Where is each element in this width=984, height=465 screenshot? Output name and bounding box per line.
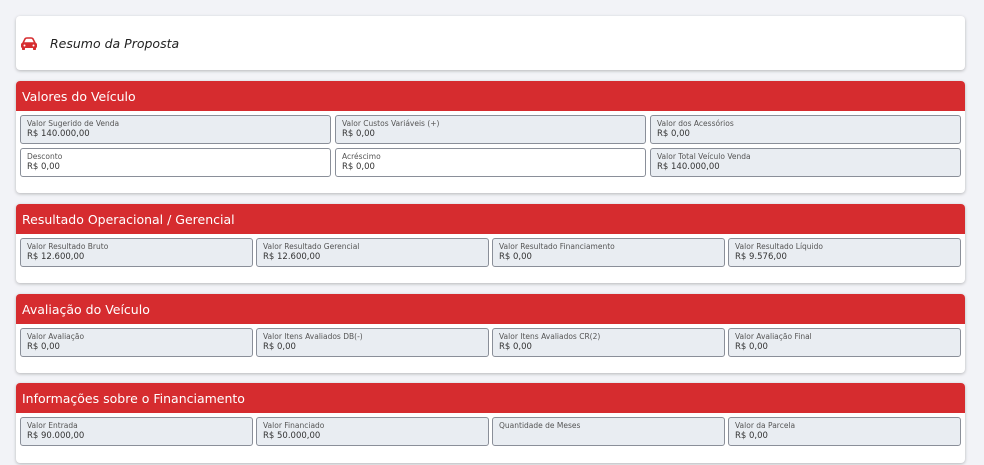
section-title: Informações sobre o Financiamento bbox=[16, 383, 965, 413]
field-discount[interactable]: Desconto R$ 0,00 bbox=[20, 148, 331, 177]
field-items-evaluated-db[interactable]: Valor Itens Avaliados DB(-) R$ 0,00 bbox=[256, 328, 489, 357]
section-financing-info: Informações sobre o Financiamento Valor … bbox=[16, 383, 965, 463]
field-final-evaluation[interactable]: Valor Avaliação Final R$ 0,00 bbox=[728, 328, 961, 357]
field-number-of-months[interactable]: Quantidade de Meses bbox=[492, 417, 725, 446]
field-suggested-sale-value[interactable]: Valor Sugerido de Venda R$ 140.000,00 bbox=[20, 115, 331, 144]
field-installment-value[interactable]: Valor da Parcela R$ 0,00 bbox=[728, 417, 961, 446]
section-operational-result: Resultado Operacional / Gerencial Valor … bbox=[16, 204, 965, 283]
section-title: Resultado Operacional / Gerencial bbox=[16, 204, 965, 234]
field-items-evaluated-cr[interactable]: Valor Itens Avaliados CR(2) R$ 0,00 bbox=[492, 328, 725, 357]
field-financing-result[interactable]: Valor Resultado Financiamento R$ 0,00 bbox=[492, 238, 725, 267]
section-vehicle-evaluation: Avaliação do Veículo Valor Avaliação R$ … bbox=[16, 294, 965, 373]
section-title: Valores do Veículo bbox=[16, 81, 965, 111]
field-total-vehicle-sale[interactable]: Valor Total Veículo Venda R$ 140.000,00 bbox=[650, 148, 961, 177]
section-title: Avaliação do Veículo bbox=[16, 294, 965, 324]
field-accessories-value[interactable]: Valor dos Acessórios R$ 0,00 bbox=[650, 115, 961, 144]
field-financed-value[interactable]: Valor Financiado R$ 50.000,00 bbox=[256, 417, 489, 446]
proposal-summary-header: Resumo da Proposta bbox=[16, 16, 965, 70]
field-net-result[interactable]: Valor Resultado Líquido R$ 9.576,00 bbox=[728, 238, 961, 267]
field-down-payment[interactable]: Valor Entrada R$ 90.000,00 bbox=[20, 417, 253, 446]
field-variable-costs[interactable]: Valor Custos Variáveis (+) R$ 0,00 bbox=[335, 115, 646, 144]
page-title: Resumo da Proposta bbox=[50, 35, 180, 51]
section-vehicle-values: Valores do Veículo Valor Sugerido de Ven… bbox=[16, 81, 965, 193]
field-surcharge[interactable]: Acréscimo R$ 0,00 bbox=[335, 148, 646, 177]
car-icon bbox=[20, 36, 38, 50]
field-managerial-result[interactable]: Valor Resultado Gerencial R$ 12.600,00 bbox=[256, 238, 489, 267]
field-gross-result[interactable]: Valor Resultado Bruto R$ 12.600,00 bbox=[20, 238, 253, 267]
field-evaluation-value[interactable]: Valor Avaliação R$ 0,00 bbox=[20, 328, 253, 357]
